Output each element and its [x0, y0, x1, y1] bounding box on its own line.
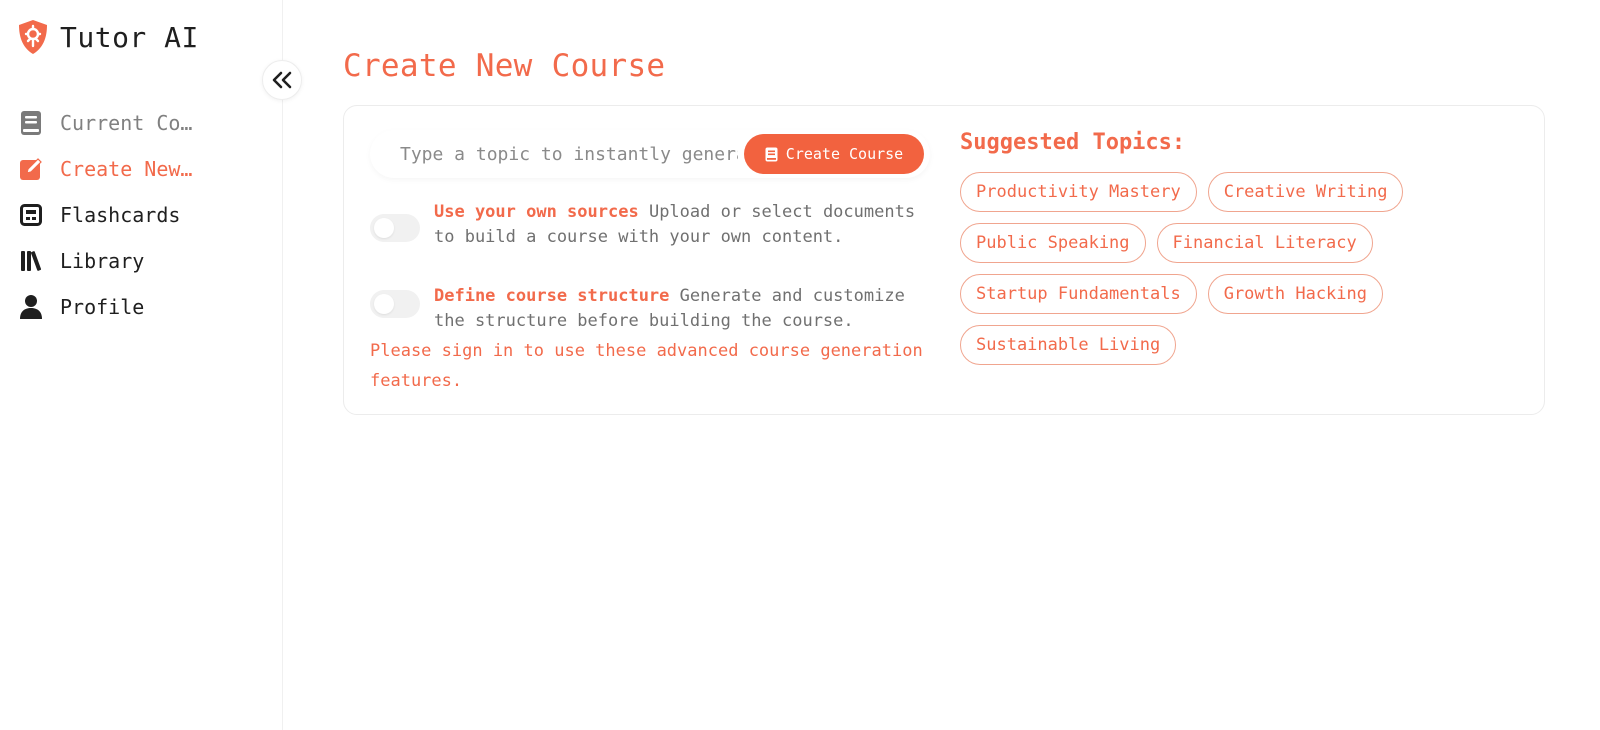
suggested-topics-title: Suggested Topics: — [960, 130, 1186, 155]
option-description: Define course structure Generate and cus… — [434, 284, 930, 334]
create-course-button[interactable]: Create Course — [744, 134, 924, 174]
sidebar-item-flashcards[interactable]: Flashcards — [18, 192, 268, 238]
library-icon — [18, 248, 44, 274]
option-description: Use your own sources Upload or select do… — [434, 200, 930, 250]
option-own-sources: Use your own sources Upload or select do… — [370, 200, 930, 250]
topic-search-bar: Create Course — [370, 130, 930, 178]
edit-icon — [18, 156, 44, 182]
sidebar-item-label: Flashcards — [60, 203, 181, 227]
topic-chip[interactable]: Public Speaking — [960, 223, 1146, 263]
signin-warning: Please sign in to use these advanced cou… — [370, 341, 923, 391]
topic-chip[interactable]: Startup Fundamentals — [960, 274, 1197, 314]
topic-input[interactable] — [370, 130, 740, 178]
topic-chip[interactable]: Creative Writing — [1207, 172, 1404, 212]
book-icon — [765, 147, 778, 161]
sidebar-item-library[interactable]: Library — [18, 238, 268, 284]
own-sources-toggle[interactable] — [370, 214, 420, 242]
topic-chip[interactable]: Sustainable Living — [960, 325, 1177, 365]
page-title: Create New Course — [343, 48, 666, 84]
topic-chip[interactable]: Productivity Mastery — [960, 172, 1197, 212]
shield-logo-icon — [19, 20, 47, 54]
create-course-label: Create Course — [785, 145, 904, 163]
topic-chip[interactable]: Financial Literacy — [1156, 223, 1373, 263]
double-chevron-left-icon — [272, 71, 292, 89]
option-title: Use your own sources — [434, 202, 639, 222]
suggested-topics-list: Productivity Mastery Creative Writing Pu… — [960, 172, 1520, 365]
topic-chip[interactable]: Growth Hacking — [1207, 274, 1383, 314]
flashcard-icon — [18, 202, 44, 228]
option-course-structure: Define course structure Generate and cus… — [370, 284, 930, 334]
brand[interactable]: Tutor AI — [16, 18, 199, 56]
sidebar-item-label: Create New Course — [60, 157, 200, 181]
collapse-sidebar-button[interactable] — [262, 60, 302, 100]
create-course-card: Create Course Use your own sources Uploa… — [343, 105, 1545, 415]
app-name: Tutor AI — [60, 20, 199, 54]
sidebar-item-current-course[interactable]: Current Course — [18, 100, 268, 146]
user-icon — [18, 294, 44, 320]
sidebar: Tutor AI Current Course Create New — [0, 0, 283, 730]
sidebar-item-label: Profile — [60, 295, 145, 319]
book-icon — [18, 110, 44, 136]
course-structure-toggle[interactable] — [370, 290, 420, 318]
sidebar-item-create-new[interactable]: Create New Course — [18, 146, 268, 192]
sidebar-item-label: Current Course — [60, 111, 200, 135]
sidebar-nav: Current Course Create New Course Fla — [18, 100, 268, 330]
sidebar-item-label: Library — [60, 249, 145, 273]
option-title: Define course structure — [434, 286, 670, 306]
sidebar-item-profile[interactable]: Profile — [18, 284, 268, 330]
